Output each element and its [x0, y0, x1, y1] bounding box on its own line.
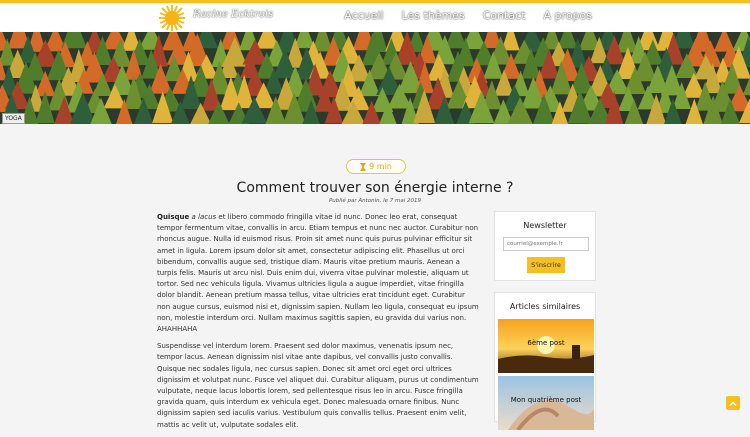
article-body: Quisque a lacus et libero commodo fringi…: [157, 212, 480, 437]
site-brand[interactable]: Racine Ecktrois: [193, 9, 273, 20]
nav-contact[interactable]: Contact: [483, 9, 526, 22]
scroll-top-button[interactable]: [726, 396, 740, 410]
nav-a-propos[interactable]: A propos: [544, 9, 592, 22]
nav-accueil[interactable]: Accueil: [344, 9, 383, 22]
article-meta: Publié par Antonin, le 7 mai 2019: [328, 198, 422, 204]
newsletter-title: Newsletter: [523, 221, 567, 230]
paragraph-text: et libero commodo fringilla vitae id nun…: [157, 213, 479, 334]
article-title: Comment trouver son énergie interne ?: [236, 180, 514, 196]
site-header: Racine Ecktrois Accueil Les thèmes Conta…: [0, 3, 750, 32]
hourglass-icon: [360, 162, 367, 171]
chevron-up-icon: [729, 401, 737, 407]
related-article-card[interactable]: 6ème post: [498, 319, 594, 373]
email-input[interactable]: [503, 237, 589, 251]
sun-logo-icon[interactable]: [158, 4, 186, 32]
article-paragraph: Quisque a lacus et libero commodo fringi…: [157, 212, 480, 335]
main-nav: Accueil Les thèmes Contact A propos: [344, 9, 592, 22]
related-title: Articles similaires: [509, 302, 581, 311]
reading-time-badge: 9 min: [346, 159, 406, 174]
category-tag[interactable]: YOGA: [2, 113, 25, 124]
related-article-title: Mon quatrième post: [510, 396, 582, 404]
article-paragraph: Suspendisse vel interdum lorem. Praesent…: [157, 342, 479, 429]
hero-forest-image: [0, 32, 750, 124]
related-articles-box: Articles similaires 6ème post Mon quatri…: [494, 292, 596, 430]
newsletter-box: Newsletter S'inscrire: [494, 211, 596, 281]
lead-bold: Quisque: [157, 213, 190, 221]
subscribe-button[interactable]: S'inscrire: [527, 257, 565, 273]
reading-time: 9 min: [369, 162, 392, 171]
lead-italic: a lacus: [191, 213, 217, 221]
nav-themes[interactable]: Les thèmes: [402, 9, 465, 22]
related-article-title: 6ème post: [527, 339, 565, 347]
